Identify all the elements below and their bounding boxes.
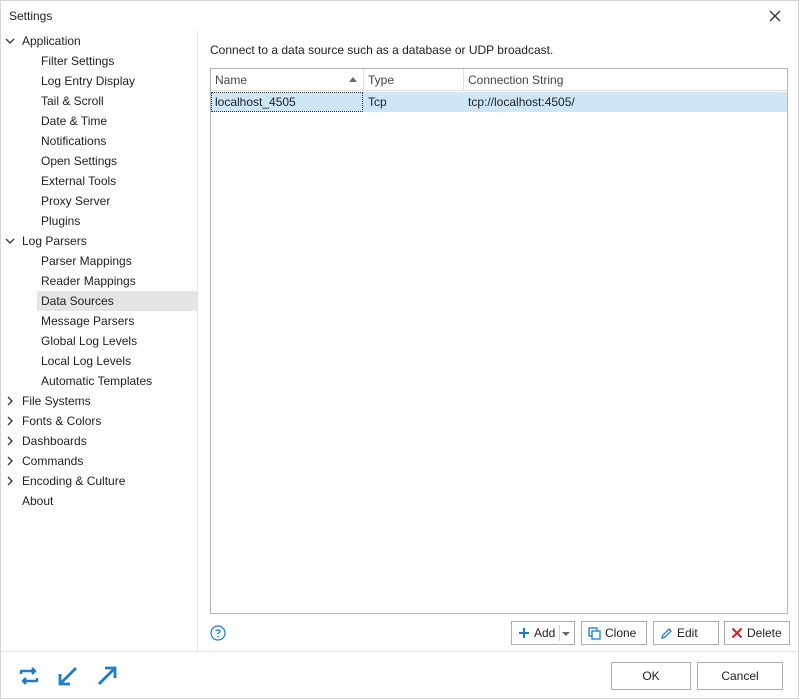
chevron-right-icon[interactable] (4, 395, 16, 407)
tree-group-file-systems[interactable]: File Systems (1, 391, 197, 411)
chevron-right-icon[interactable] (4, 455, 16, 467)
tree-group-label: Application (22, 34, 81, 48)
tree-item-label: Global Log Levels (41, 334, 138, 348)
ok-button[interactable]: OK (611, 662, 691, 690)
column-header-type[interactable]: Type (364, 69, 464, 91)
tree-item-automatic-templates[interactable]: Automatic Templates (1, 371, 197, 391)
tree-item-label: Data Sources (41, 294, 114, 308)
tree-item-proxy-server[interactable]: Proxy Server (1, 191, 197, 211)
chevron-right-icon[interactable] (4, 475, 16, 487)
tree-group-encoding-culture[interactable]: Encoding & Culture (1, 471, 197, 491)
clone-icon (588, 626, 601, 640)
tree-item-parser-mappings[interactable]: Parser Mappings (1, 251, 197, 271)
data-sources-panel: Connect to a data source such as a datab… (198, 31, 798, 651)
tree-item-label: Reader Mappings (41, 274, 136, 288)
tree-item-data-sources[interactable]: Data Sources (1, 291, 197, 311)
tree-item-label: Filter Settings (41, 54, 115, 68)
pencil-icon (661, 627, 672, 639)
add-button[interactable]: Add (511, 621, 575, 645)
tree-item-label: Tail & Scroll (41, 94, 104, 108)
tree-item-local-log-levels[interactable]: Local Log Levels (1, 351, 197, 371)
delete-button-label: Delete (747, 626, 782, 640)
tree-group-label: Encoding & Culture (22, 474, 126, 488)
tree-item-about[interactable]: About (1, 491, 197, 511)
edit-button[interactable]: Edit (653, 621, 719, 645)
tree-item-reader-mappings[interactable]: Reader Mappings (1, 271, 197, 291)
tree-group-application[interactable]: Application (1, 31, 197, 51)
tree-group-fonts-colors[interactable]: Fonts & Colors (1, 411, 197, 431)
tree-item-label: Open Settings (41, 154, 118, 168)
tree-group-label: Log Parsers (22, 234, 87, 248)
tree-group-label: File Systems (22, 394, 91, 408)
add-button-label: Add (534, 626, 556, 640)
chevron-down-icon[interactable] (4, 235, 16, 247)
cancel-button[interactable]: Cancel (697, 662, 783, 690)
grid-header: Name Type Connection String (211, 69, 787, 91)
cell-type[interactable]: Tcp (364, 92, 464, 112)
tree-group-label: Fonts & Colors (22, 414, 102, 428)
delete-button[interactable]: Delete (724, 621, 790, 645)
tree-item-label: Local Log Levels (41, 354, 132, 368)
settings-tree: Application Filter Settings Log Entry Di… (1, 31, 197, 651)
tree-item-open-settings[interactable]: Open Settings (1, 151, 197, 171)
tree-item-global-log-levels[interactable]: Global Log Levels (1, 331, 197, 351)
dropdown-arrow-icon[interactable] (562, 632, 570, 636)
tree-item-tail-scroll[interactable]: Tail & Scroll (1, 91, 197, 111)
import-arrow-icon[interactable] (56, 664, 80, 688)
clone-button[interactable]: Clone (581, 621, 647, 645)
delete-x-icon (731, 627, 743, 639)
column-header-label: Connection String (468, 73, 564, 87)
tree-item-label: Date & Time (41, 114, 108, 128)
tree-item-label: Notifications (41, 134, 107, 148)
window-title: Settings (9, 9, 53, 23)
sort-ascending-icon (349, 77, 357, 82)
plus-icon (519, 628, 529, 638)
tree-item-external-tools[interactable]: External Tools (1, 171, 197, 191)
tree-group-log-parsers[interactable]: Log Parsers (1, 231, 197, 251)
cell-connection-string[interactable]: tcp://localhost:4505/ (464, 92, 787, 112)
close-icon (769, 10, 781, 22)
dialog-footer: OK Cancel (1, 652, 798, 698)
tree-group-dashboards[interactable]: Dashboards (1, 431, 197, 451)
tree-group-label: Dashboards (22, 434, 87, 448)
column-header-name[interactable]: Name (211, 69, 364, 91)
tree-item-label: Log Entry Display (41, 74, 136, 88)
tree-item-label: Parser Mappings (41, 254, 132, 268)
close-button[interactable] (760, 5, 790, 27)
panel-description: Connect to a data source such as a datab… (210, 43, 554, 57)
tree-group-commands[interactable]: Commands (1, 451, 197, 471)
tree-item-filter-settings[interactable]: Filter Settings (1, 51, 197, 71)
data-sources-grid: Name Type Connection String localhost_45… (210, 68, 788, 614)
table-row[interactable]: localhost_4505 Tcp tcp://localhost:4505/ (211, 92, 787, 112)
tree-item-label: External Tools (41, 174, 117, 188)
column-header-label: Type (368, 73, 395, 87)
tree-group-label: Commands (22, 454, 84, 468)
tree-item-plugins[interactable]: Plugins (1, 211, 197, 231)
chevron-right-icon[interactable] (4, 435, 16, 447)
tree-group-label: About (22, 494, 54, 508)
tree-item-label: Proxy Server (41, 194, 111, 208)
export-arrow-icon[interactable] (95, 664, 119, 688)
clone-button-label: Clone (605, 626, 637, 640)
tree-item-message-parsers[interactable]: Message Parsers (1, 311, 197, 331)
split-divider (559, 625, 560, 641)
tree-item-log-entry-display[interactable]: Log Entry Display (1, 71, 197, 91)
tree-item-label: Automatic Templates (41, 374, 153, 388)
column-header-connection-string[interactable]: Connection String (464, 69, 787, 91)
settings-window: Settings Application Filter Settings Log… (0, 0, 799, 699)
cell-name[interactable]: localhost_4505 (211, 92, 363, 112)
sync-icon[interactable] (17, 664, 41, 688)
tree-item-notifications[interactable]: Notifications (1, 131, 197, 151)
chevron-right-icon[interactable] (4, 415, 16, 427)
tree-item-label: Message Parsers (41, 314, 135, 328)
help-icon[interactable] (210, 625, 226, 641)
tree-item-date-time[interactable]: Date & Time (1, 111, 197, 131)
edit-button-label: Edit (677, 626, 698, 640)
tree-item-label: Plugins (41, 214, 81, 228)
column-header-label: Name (215, 73, 248, 87)
chevron-down-icon[interactable] (4, 35, 16, 47)
title-bar: Settings (1, 1, 798, 31)
